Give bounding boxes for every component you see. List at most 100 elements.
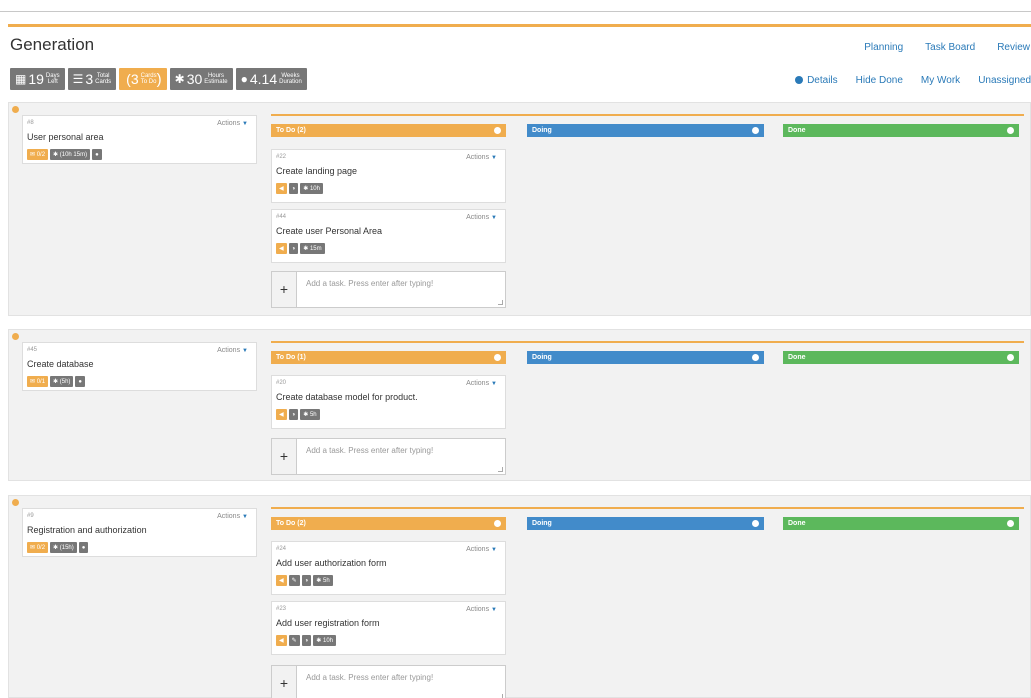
done-column-header[interactable]: Done [783,517,1019,530]
nav-review[interactable]: Review [997,42,1030,53]
chevron-icon[interactable] [494,520,501,527]
done-column-header[interactable]: Done [783,351,1019,364]
sprint-stats: ▦ 19 Days Left ☰ 3 Total Cards (3 Cards To … [10,68,307,90]
task-title: Create landing page [276,166,358,176]
half-circle-icon[interactable]: ◑ [301,635,312,646]
hide-done-link[interactable]: Hide Done [856,75,903,86]
done-column-header[interactable]: Done [783,124,1019,137]
collapse-toggle-icon[interactable] [12,499,19,506]
half-circle-icon[interactable]: ◑ [288,183,299,194]
move-left-icon[interactable]: ◀ [276,183,287,194]
caret-down-icon: ▼ [491,215,497,221]
task-card[interactable]: #20 Actions ▼ Create database model for … [271,375,506,429]
edit-icon[interactable]: ✎ [288,575,300,586]
move-left-icon[interactable]: ◀ [276,243,287,254]
nav-planning[interactable]: Planning [864,42,903,53]
add-task-input[interactable]: + Add a task. Press enter after typing! [271,438,506,475]
task-card[interactable]: #22 Actions ▼ Create landing page ◀ ◑ ✱ … [271,149,506,203]
task-count-badge: ✉ 0/1 [27,376,49,387]
todo-column-header[interactable]: To Do (2) [271,517,506,530]
task-card[interactable]: #24 Actions ▼ Add user authorization for… [271,541,506,595]
chevron-icon[interactable] [752,520,759,527]
chevron-icon[interactable] [494,127,501,134]
my-work-link[interactable]: My Work [921,75,960,86]
task-title: Add user registration form [276,618,380,628]
info-icon[interactable]: ● [75,376,86,387]
actions-dropdown[interactable]: Actions ▼ [466,380,497,387]
task-card[interactable]: #44 Actions ▼ Create user Personal Area … [271,209,506,263]
story-row: #45 Actions ▼ Create database ✉ 0/1 ✱ (5… [8,329,1031,481]
caret-down-icon: ▼ [491,155,497,161]
info-icon[interactable]: ● [78,542,89,553]
time-badge: ✱ (15h) [50,542,77,553]
chevron-icon[interactable] [1007,354,1014,361]
resize-grip-icon[interactable] [498,694,503,698]
row-divider [271,114,1024,116]
half-circle-icon[interactable]: ◑ [288,409,299,420]
chevron-icon[interactable] [494,354,501,361]
details-link[interactable]: Details [795,75,838,86]
caret-down-icon: ▼ [491,607,497,613]
doing-column-header[interactable]: Doing [527,124,764,137]
resize-grip-icon[interactable] [498,467,503,472]
half-circle-icon[interactable]: ◑ [301,575,312,586]
story-row: #8 Actions ▼ User personal area ✉ 0/2 ✱ … [8,102,1031,316]
task-title: Create user Personal Area [276,226,383,236]
task-title: Create database model for product. [276,392,418,402]
resize-grip-icon[interactable] [498,300,503,305]
page-title: Generation [10,35,95,54]
story-card[interactable]: #45 Actions ▼ Create database ✉ 0/1 ✱ (5… [22,342,257,391]
chevron-icon[interactable] [1007,520,1014,527]
time-badge: ✱ (5h) [50,376,74,387]
asterisk-icon: ✱ [174,72,185,86]
todo-column-header[interactable]: To Do (1) [271,351,506,364]
weeks-duration-stat: ● 4.14 Weeks Duration [235,68,307,90]
actions-dropdown[interactable]: Actions ▼ [466,154,497,161]
board-options: Details Hide Done My Work Unassigned [795,75,1031,86]
caret-down-icon: ▼ [491,547,497,553]
actions-dropdown[interactable]: Actions ▼ [466,214,497,221]
edit-icon[interactable]: ✎ [288,635,300,646]
info-icon[interactable]: ● [92,149,102,160]
estimate-badge: ✱ 15m [300,243,325,254]
half-circle-icon[interactable]: ◑ [288,243,299,254]
plus-icon[interactable]: + [272,666,297,698]
time-badge: ✱ (10h 15m) [50,149,91,160]
cards-todo-stat: (3 Cards To Do ) [119,68,167,90]
task-count-badge: ✉ 0/2 [27,542,49,553]
estimate-badge: ✱ 10h [300,183,323,194]
doing-column-header[interactable]: Doing [527,517,764,530]
actions-dropdown[interactable]: Actions ▼ [217,513,248,520]
caret-down-icon: ▼ [491,381,497,387]
chevron-icon[interactable] [1007,127,1014,134]
move-left-icon[interactable]: ◀ [276,575,287,586]
plus-icon[interactable]: + [272,439,297,474]
collapse-toggle-icon[interactable] [12,333,19,340]
task-card[interactable]: #23 Actions ▼ Add user registration form… [271,601,506,655]
actions-dropdown[interactable]: Actions ▼ [217,347,248,354]
top-nav: Planning Task Board Review [842,42,1031,53]
collapse-toggle-icon[interactable] [12,106,19,113]
todo-column-header[interactable]: To Do (2) [271,124,506,137]
info-icon [795,76,804,84]
story-title: User personal area [27,132,104,142]
hours-estimate-stat: ✱ 30 Hours Estimate [169,68,233,90]
move-left-icon[interactable]: ◀ [276,409,287,420]
circle-icon: ● [240,72,248,86]
actions-dropdown[interactable]: Actions ▼ [217,120,248,127]
actions-dropdown[interactable]: Actions ▼ [466,606,497,613]
doing-column-header[interactable]: Doing [527,351,764,364]
move-left-icon[interactable]: ◀ [276,635,287,646]
add-task-input[interactable]: + Add a task. Press enter after typing! [271,271,506,308]
chevron-icon[interactable] [752,127,759,134]
row-divider [271,507,1024,509]
nav-task-board[interactable]: Task Board [925,42,975,53]
story-card[interactable]: #9 Actions ▼ Registration and authorizat… [22,508,257,557]
actions-dropdown[interactable]: Actions ▼ [466,546,497,553]
chevron-icon[interactable] [752,354,759,361]
plus-icon[interactable]: + [272,272,297,307]
story-card[interactable]: #8 Actions ▼ User personal area ✉ 0/2 ✱ … [22,115,257,164]
days-left-stat: ▦ 19 Days Left [10,68,65,90]
unassigned-link[interactable]: Unassigned [978,75,1031,86]
add-task-input[interactable]: + Add a task. Press enter after typing! [271,665,506,698]
